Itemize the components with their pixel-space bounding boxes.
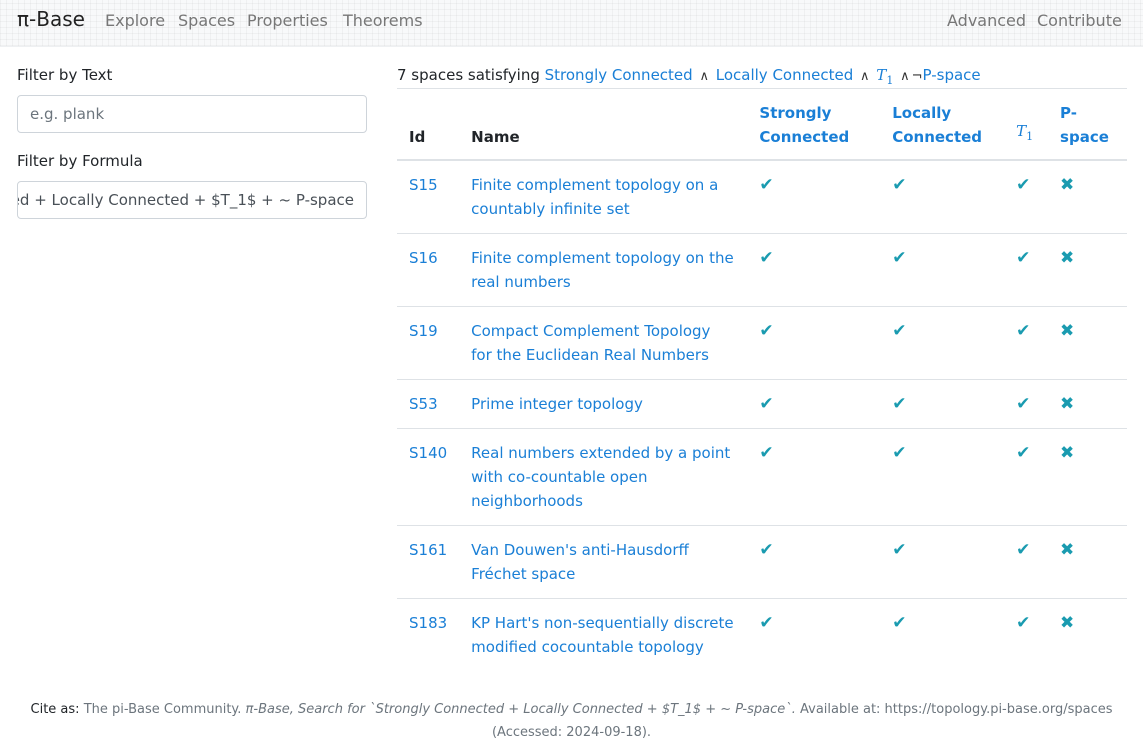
check-icon: ✔ [1016, 443, 1031, 463]
formula-filter-value: Strongly Connected + Locally Connected +… [18, 191, 354, 209]
cross-icon: ✖ [1060, 248, 1075, 268]
check-icon: ✔ [892, 613, 907, 633]
nav-explore[interactable]: Explore [105, 11, 165, 30]
space-id-link[interactable]: S15 [409, 176, 438, 194]
space-name-link[interactable]: Prime integer topology [471, 395, 643, 413]
check-icon: ✔ [759, 175, 774, 195]
check-icon: ✔ [759, 394, 774, 414]
not-symbol: ¬ [911, 69, 923, 84]
summary-term-locally-connected[interactable]: Locally Connected [716, 66, 853, 84]
check-icon: ✔ [892, 443, 907, 463]
table-row[interactable]: S53 Prime integer topology ✔ ✔ ✔ ✖ [397, 379, 1127, 429]
results-count: 7 spaces satisfying [397, 66, 540, 84]
check-icon: ✔ [1016, 540, 1031, 560]
check-icon: ✔ [1016, 613, 1031, 633]
col-header-id: Id [397, 88, 460, 161]
col-header-p-space[interactable]: P-space [1048, 88, 1127, 161]
col-header-t1[interactable]: T1 [1004, 88, 1049, 161]
cross-icon: ✖ [1060, 540, 1075, 560]
check-icon: ✔ [759, 540, 774, 560]
cite-title: π-Base, Search for `Strongly Connected +… [245, 702, 796, 717]
check-icon: ✔ [1016, 248, 1031, 268]
summary-term-t1[interactable]: T1 [876, 66, 893, 87]
citation-footer: Cite as: The pi-Base Community. π-Base, … [0, 698, 1143, 744]
space-id-link[interactable]: S53 [409, 395, 438, 413]
col-header-locally-connected[interactable]: Locally Connected [880, 88, 1005, 161]
check-icon: ✔ [892, 394, 907, 414]
space-name-link[interactable]: KP Hart's non-sequentially discrete modif… [471, 614, 733, 656]
table-row[interactable]: S140 Real numbers extended by a point with… [397, 428, 1127, 526]
cross-icon: ✖ [1060, 175, 1075, 195]
check-icon: ✔ [759, 321, 774, 341]
check-icon: ✔ [1016, 321, 1031, 341]
cite-label: Cite as: [30, 702, 80, 717]
top-navbar: π-Base Explore Spaces Properties Theorem… [0, 0, 1143, 47]
cite-author: The pi-Base Community. [83, 702, 242, 717]
cross-icon: ✖ [1060, 443, 1075, 463]
nav-contribute[interactable]: Contribute [1037, 11, 1122, 30]
space-id-link[interactable]: S140 [409, 444, 447, 462]
space-name-link[interactable]: Finite complement topology on the real nu… [471, 249, 734, 291]
cross-icon: ✖ [1060, 394, 1075, 414]
space-name-link[interactable]: Real numbers extended by a point with co-… [471, 444, 730, 510]
formula-filter-input[interactable]: Strongly Connected + Locally Connected +… [17, 181, 367, 219]
nav-advanced[interactable]: Advanced [947, 11, 1026, 30]
space-id-link[interactable]: S161 [409, 541, 447, 559]
check-icon: ✔ [1016, 394, 1031, 414]
space-id-link[interactable]: S19 [409, 322, 438, 340]
nav-theorems[interactable]: Theorems [343, 11, 423, 30]
check-icon: ✔ [759, 613, 774, 633]
space-id-link[interactable]: S16 [409, 249, 438, 267]
space-name-link[interactable]: Van Douwen's anti-Hausdorff Fréchet space [471, 541, 689, 583]
table-header-row: Id Name Strongly Connected Locally Connect… [397, 88, 1127, 161]
and-symbol: ∧ [699, 69, 709, 84]
cite-accessed: (Accessed: 2024-09-18). [491, 725, 652, 740]
col-header-strongly-connected[interactable]: Strongly Connected [747, 88, 881, 161]
table-row[interactable]: S183 KP Hart's non-sequentially discrete m… [397, 598, 1127, 671]
space-name-link[interactable]: Finite complement topology on a countably… [471, 176, 718, 218]
check-icon: ✔ [892, 175, 907, 195]
summary-term-p-space[interactable]: P-space [923, 66, 981, 84]
cross-icon: ✖ [1060, 321, 1075, 341]
summary-term-strongly-connected[interactable]: Strongly Connected [545, 66, 693, 84]
space-id-link[interactable]: S183 [409, 614, 447, 632]
col-header-name: Name [459, 88, 748, 161]
space-name-link[interactable]: Compact Complement Topology for the Eucli… [471, 322, 710, 364]
spaces-table: Id Name Strongly Connected Locally Connect… [397, 88, 1127, 671]
check-icon: ✔ [892, 321, 907, 341]
check-icon: ✔ [1016, 175, 1031, 195]
table-row[interactable]: S15 Finite complement topology on a counta… [397, 159, 1127, 234]
and-symbol: ∧ [900, 69, 910, 84]
table-row[interactable]: S19 Compact Complement Topology for the Eu… [397, 306, 1127, 380]
check-icon: ✔ [759, 248, 774, 268]
check-icon: ✔ [759, 443, 774, 463]
check-icon: ✔ [892, 540, 907, 560]
and-symbol: ∧ [860, 69, 870, 84]
check-icon: ✔ [892, 248, 907, 268]
table-row[interactable]: S16 Finite complement topology on the real… [397, 233, 1127, 307]
nav-spaces[interactable]: Spaces [178, 11, 235, 30]
text-filter-input[interactable] [17, 95, 367, 133]
results-summary: 7 spaces satisfying Strongly Connected ∧… [397, 66, 981, 87]
cite-available: Available at: https://topology.pi-base.o… [800, 702, 1113, 717]
formula-filter-label: Filter by Formula [17, 152, 143, 170]
nav-properties[interactable]: Properties [247, 11, 328, 30]
text-filter-label: Filter by Text [17, 66, 113, 84]
cross-icon: ✖ [1060, 613, 1075, 633]
brand-logo[interactable]: π-Base [17, 7, 85, 31]
table-row[interactable]: S161 Van Douwen's anti-Hausdorff Fréchet s… [397, 525, 1127, 599]
